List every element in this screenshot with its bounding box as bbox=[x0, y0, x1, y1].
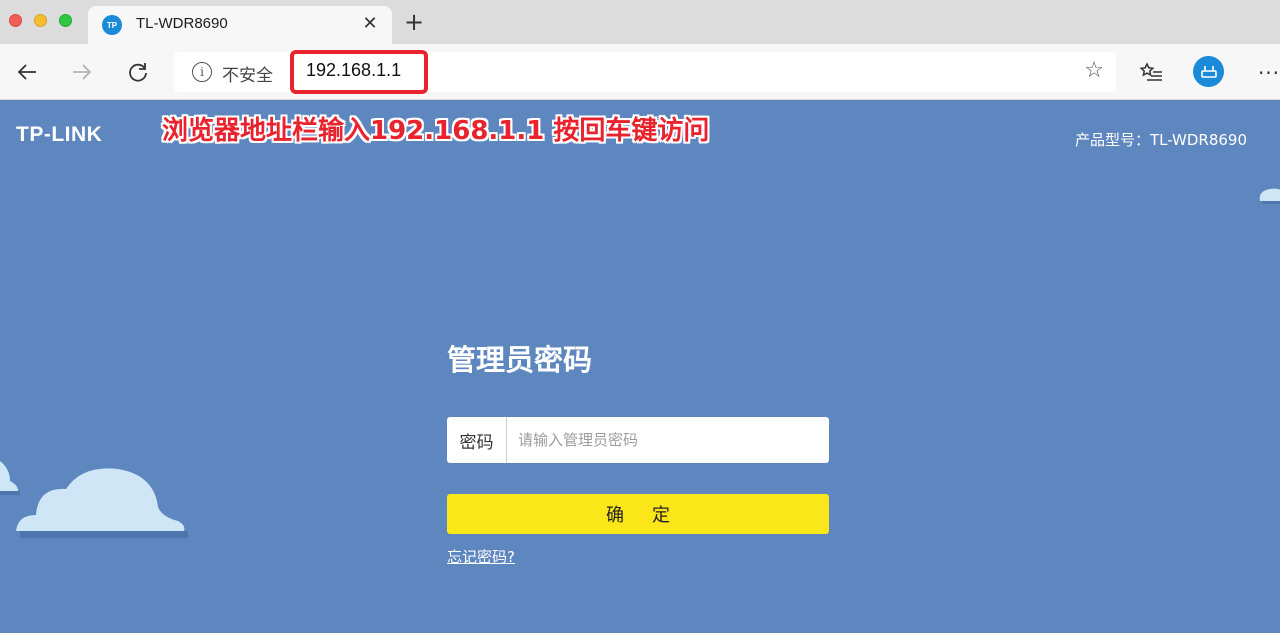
profile-device-icon bbox=[1200, 65, 1217, 78]
more-menu-icon[interactable]: ··· bbox=[1254, 58, 1280, 88]
password-input[interactable] bbox=[508, 417, 828, 463]
url-text[interactable]: 192.168.1.1 bbox=[306, 60, 401, 81]
new-tab-icon[interactable]: + bbox=[402, 10, 426, 34]
arrow-right-icon bbox=[73, 64, 92, 80]
tab-title: TL-WDR8690 bbox=[136, 15, 228, 32]
browser-titlebar: TP TL-WDR8690 ✕ + bbox=[0, 0, 1280, 44]
arrow-left-icon bbox=[17, 64, 36, 80]
cloud-icon bbox=[1259, 188, 1280, 204]
password-field-group: 密码 bbox=[447, 417, 829, 463]
add-favorite-star-icon[interactable]: ☆ bbox=[1084, 58, 1104, 83]
close-window-button[interactable] bbox=[9, 14, 22, 27]
product-model: 产品型号：TL-WDR8690 bbox=[1074, 131, 1247, 149]
back-button[interactable] bbox=[13, 58, 41, 86]
browser-tab[interactable]: TP TL-WDR8690 ✕ bbox=[88, 6, 392, 44]
close-tab-icon[interactable]: ✕ bbox=[360, 13, 380, 35]
router-login-page: TP-LINK 浏览器地址栏输入192.168.1.1 按回车键访问 产品型号：… bbox=[0, 101, 1280, 633]
instruction-annotation: 浏览器地址栏输入192.168.1.1 按回车键访问 bbox=[162, 116, 710, 146]
browser-toolbar: i 不安全 192.168.1.1 ☆ ··· bbox=[0, 44, 1280, 100]
forward-button[interactable] bbox=[68, 58, 96, 86]
favorites-button[interactable] bbox=[1136, 58, 1166, 88]
tp-link-logo: TP-LINK bbox=[16, 123, 103, 146]
password-label: 密码 bbox=[447, 417, 507, 463]
tp-link-favicon-icon: TP bbox=[102, 15, 122, 35]
favorites-list-icon bbox=[1139, 62, 1162, 81]
forgot-password-link[interactable]: 忘记密码? bbox=[447, 546, 515, 567]
refresh-icon bbox=[129, 63, 147, 82]
confirm-button[interactable]: 确定 bbox=[447, 494, 829, 534]
profile-avatar[interactable] bbox=[1193, 56, 1224, 87]
security-status: 不安全 bbox=[222, 66, 273, 86]
refresh-button[interactable] bbox=[124, 58, 152, 86]
maximize-window-button[interactable] bbox=[59, 14, 72, 27]
info-icon[interactable]: i bbox=[192, 62, 212, 82]
minimize-window-button[interactable] bbox=[34, 14, 47, 27]
login-title: 管理员密码 bbox=[447, 343, 593, 377]
cloud-icon bbox=[16, 468, 188, 538]
address-bar[interactable]: i 不安全 192.168.1.1 ☆ bbox=[174, 50, 1116, 94]
